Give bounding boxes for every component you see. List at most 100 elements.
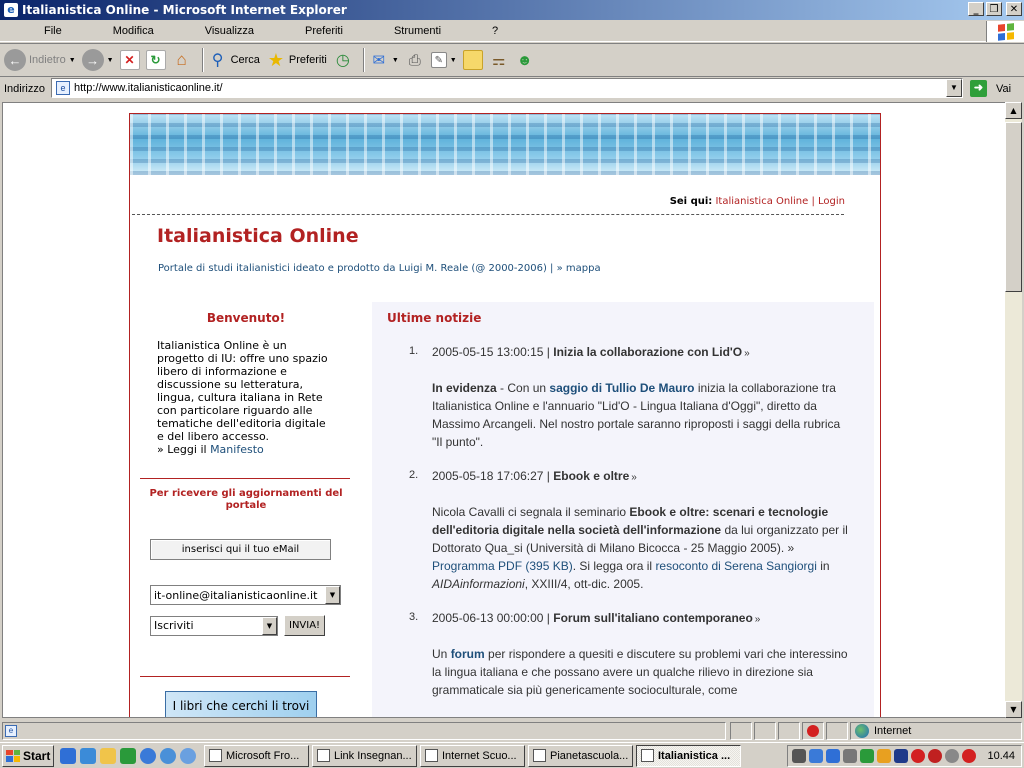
scroll-down-button[interactable]: ▼	[1005, 701, 1022, 718]
site-title: Italianistica Online	[157, 225, 359, 247]
outlook-quicklaunch-icon[interactable]	[80, 747, 96, 764]
scroll-up-button[interactable]: ▲	[1005, 102, 1022, 119]
tray-icon[interactable]	[792, 749, 807, 763]
search-button[interactable]: ⚲ Cerca	[208, 50, 260, 70]
tray-icon[interactable]	[894, 749, 909, 763]
messenger-button[interactable]: ☻	[515, 50, 535, 70]
address-url[interactable]: http://www.italianisticaonline.it/	[74, 82, 946, 94]
more-arrow-icon[interactable]: »	[744, 348, 750, 359]
vertical-scrollbar[interactable]: ▲ ▼	[1005, 102, 1022, 718]
maximize-button[interactable]: ❒	[986, 2, 1002, 16]
window-icon	[641, 749, 654, 762]
globe-icon	[855, 724, 869, 738]
go-button[interactable]: ➜ Vai	[970, 80, 1015, 97]
tray-icon[interactable]	[962, 749, 977, 763]
window-title: Italianistica Online - Microsoft Interne…	[22, 3, 347, 17]
start-label: Start	[23, 748, 51, 763]
browser-viewport: Sei qui: Italianistica Online | Login It…	[2, 102, 1006, 718]
help-quicklaunch-icon[interactable]	[180, 747, 196, 764]
news-number: 2.	[409, 469, 419, 481]
more-arrow-icon[interactable]: »	[755, 614, 761, 625]
edit-button[interactable]: ✎ ▼	[430, 52, 457, 68]
action-select[interactable]: Iscriviti ▼	[150, 615, 278, 636]
news-title[interactable]: Forum sull'italiano contemporaneo	[553, 611, 753, 625]
send-button[interactable]: INVIA!	[284, 615, 326, 636]
chevron-down-icon[interactable]: ▼	[325, 586, 340, 604]
report-link[interactable]: resoconto di Serena Sangiorgi	[655, 559, 816, 573]
menu-edit[interactable]: Modifica	[106, 25, 161, 37]
folder-quicklaunch-icon[interactable]	[100, 747, 116, 764]
manifesto-link[interactable]: Manifesto	[210, 443, 264, 456]
chevron-down-icon[interactable]: ▼	[69, 57, 76, 64]
media-quicklaunch-icon[interactable]	[140, 747, 156, 764]
books-banner[interactable]: I libri che cerchi li trovi su	[165, 691, 317, 717]
map-link[interactable]: » mappa	[557, 263, 601, 274]
tray-icon[interactable]	[860, 749, 875, 763]
menu-help[interactable]: ?	[485, 25, 505, 37]
menu-favorites[interactable]: Preferiti	[298, 25, 350, 37]
tray-icon[interactable]	[928, 749, 943, 763]
task-button[interactable]: Internet Scuo...	[420, 744, 525, 767]
intro-paragraph: Italianistica Online è un progetto di IU…	[157, 339, 328, 443]
player-quicklaunch-icon[interactable]	[160, 747, 176, 764]
clock[interactable]: 10.44	[987, 750, 1015, 762]
stop-button[interactable]: ✕	[119, 50, 140, 70]
address-input[interactable]: e http://www.italianisticaonline.it/ ▼	[51, 78, 963, 98]
menu-view[interactable]: Visualizza	[198, 25, 261, 37]
ie-quicklaunch-icon[interactable]	[60, 747, 76, 764]
scroll-thumb[interactable]	[1005, 122, 1022, 292]
mailing-list-select[interactable]: it-online@italianisticaonline.it ▼	[150, 585, 341, 605]
tray-icon[interactable]	[826, 749, 841, 763]
chevron-down-icon[interactable]: ▼	[450, 57, 457, 64]
research-button[interactable]: ⚎	[489, 50, 509, 70]
news-link[interactable]: saggio di Tullio De Mauro	[549, 381, 694, 395]
program-pdf-link[interactable]: Programma PDF (395 KB)	[432, 559, 573, 573]
tray-icon[interactable]	[945, 749, 960, 763]
address-bar: Indirizzo e http://www.italianisticaonli…	[0, 78, 1024, 100]
minimize-button[interactable]: _	[968, 2, 984, 16]
news-title[interactable]: Ebook e oltre	[553, 469, 629, 483]
journal-title: AIDAinformazioni	[432, 577, 525, 591]
history-button[interactable]: ◷	[333, 50, 353, 70]
breadcrumb-current[interactable]: Italianistica Online	[715, 196, 808, 207]
tray-icon[interactable]	[809, 749, 824, 763]
page-icon: e	[56, 81, 70, 95]
tray-icon[interactable]	[843, 749, 858, 763]
task-button[interactable]: Pianetascuola...	[528, 744, 633, 767]
task-button-active[interactable]: Italianistica ...	[636, 744, 741, 767]
login-link[interactable]: Login	[818, 196, 845, 207]
messenger-icon: ☻	[516, 51, 533, 69]
tray-icon[interactable]	[911, 749, 926, 763]
menu-file[interactable]: File	[37, 25, 69, 37]
home-button[interactable]: ⌂	[172, 50, 192, 70]
chevron-down-icon[interactable]: ▼	[392, 57, 399, 64]
more-arrow-icon[interactable]: »	[631, 472, 637, 483]
close-button[interactable]: ✕	[1006, 2, 1022, 16]
forum-link[interactable]: forum	[451, 647, 485, 661]
print-button[interactable]: ⎙	[405, 50, 425, 70]
refresh-button[interactable]: ↻	[145, 50, 166, 70]
task-button[interactable]: Link Insegnan...	[312, 744, 417, 767]
discuss-button[interactable]	[462, 50, 483, 70]
welcome-heading: Benvenuto!	[206, 311, 286, 325]
news-text: - Con un	[496, 381, 550, 395]
menu-tools[interactable]: Strumenti	[387, 25, 448, 37]
forward-button[interactable]: → ▼	[81, 49, 114, 71]
email-input[interactable]: inserisci qui il tuo eMail	[150, 539, 331, 560]
chevron-down-icon[interactable]: ▼	[262, 616, 277, 635]
tray-icon[interactable]	[877, 749, 892, 763]
favorites-button[interactable]: ★ Preferiti	[266, 50, 327, 70]
chevron-down-icon[interactable]: ▼	[946, 79, 962, 97]
subtitle-text: Portale di studi italianistici ideato e …	[158, 263, 554, 274]
start-button[interactable]: Start	[2, 744, 54, 767]
tree-quicklaunch-icon[interactable]	[120, 747, 136, 764]
back-button[interactable]: ← Indietro ▼	[4, 49, 76, 71]
popup-blocked-icon[interactable]	[802, 722, 824, 740]
news-lead: In evidenza	[432, 381, 497, 395]
quick-launch	[60, 747, 196, 764]
news-title[interactable]: Inizia la collaborazione con Lid'O	[553, 345, 742, 359]
chevron-down-icon[interactable]: ▼	[107, 57, 114, 64]
task-button[interactable]: Microsoft Fro...	[204, 744, 309, 767]
mail-button[interactable]: ✉ ▼	[369, 50, 399, 70]
news-number: 1.	[409, 345, 419, 357]
